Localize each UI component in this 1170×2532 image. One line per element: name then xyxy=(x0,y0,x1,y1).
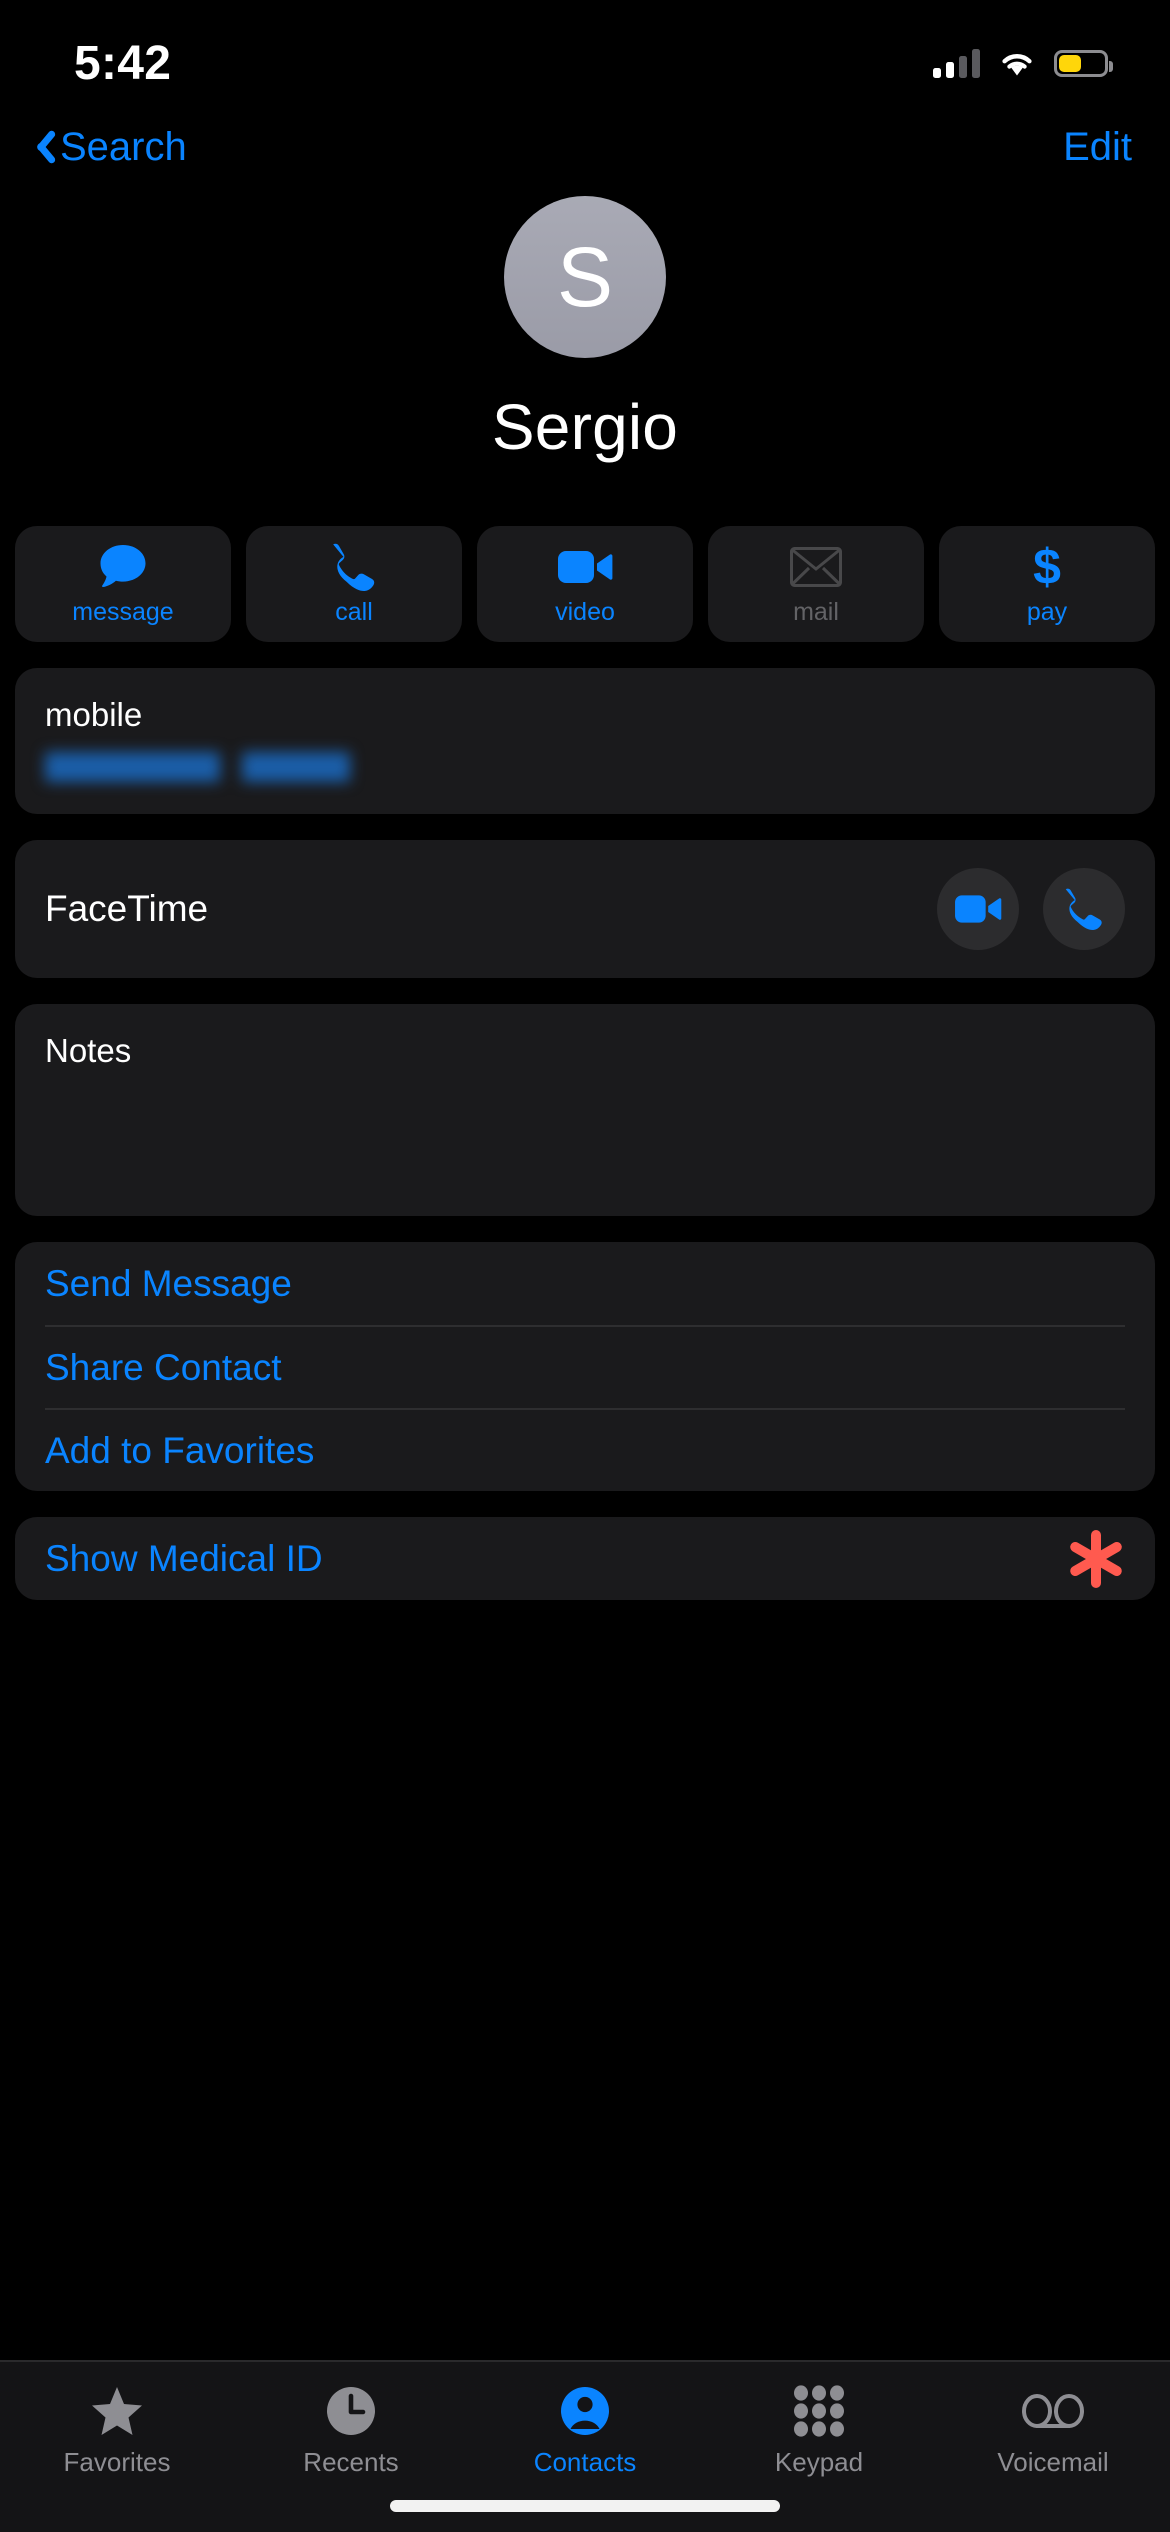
back-button[interactable]: Search xyxy=(26,125,187,170)
share-contact-label: Share Contact xyxy=(45,1346,282,1388)
action-button-pay[interactable]: $ pay xyxy=(939,526,1155,642)
envelope-icon xyxy=(790,542,842,592)
keypad-grid-icon xyxy=(794,2382,844,2440)
send-message-label: Send Message xyxy=(45,1262,292,1304)
tab-label-favorites: Favorites xyxy=(63,2447,171,2477)
notes-card[interactable]: Notes xyxy=(15,1004,1155,1216)
video-camera-icon xyxy=(557,542,613,592)
video-camera-icon xyxy=(954,892,1002,926)
tab-contacts[interactable]: Contacts xyxy=(468,2382,702,2478)
contact-scroll-area[interactable]: S Sergio message call video mail $ pay m… xyxy=(0,186,1170,2418)
facetime-label: FaceTime xyxy=(45,888,209,929)
status-bar-indicators xyxy=(933,30,1113,78)
action-button-mail: mail xyxy=(708,526,924,642)
facetime-video-button[interactable] xyxy=(937,868,1019,950)
navigation-bar: Search Edit xyxy=(0,108,1170,186)
contact-actions-card: Send Message Share Contact Add to Favori… xyxy=(15,1242,1155,1491)
cellular-bars-icon xyxy=(933,48,980,78)
tab-keypad[interactable]: Keypad xyxy=(702,2382,936,2478)
home-indicator[interactable] xyxy=(390,2500,780,2512)
tab-label-voicemail: Voicemail xyxy=(997,2447,1109,2477)
avatar-container: S xyxy=(0,196,1170,358)
battery-icon xyxy=(1054,49,1113,77)
message-bubble-icon xyxy=(97,542,149,592)
action-button-message[interactable]: message xyxy=(15,526,231,642)
dollar-sign-icon: $ xyxy=(1027,541,1067,593)
edit-button[interactable]: Edit xyxy=(1063,125,1132,170)
action-label-video: video xyxy=(555,597,615,626)
avatar-initial: S xyxy=(556,229,614,324)
tab-label-keypad: Keypad xyxy=(774,2447,864,2477)
status-bar: 5:42 xyxy=(0,0,1170,108)
contact-detail-screen: 5:42 Search Edit S Sergio message call v… xyxy=(0,0,1170,2532)
phone-icon xyxy=(331,542,377,592)
share-contact-button[interactable]: Share Contact xyxy=(45,1325,1125,1408)
show-medical-id-label: Show Medical ID xyxy=(45,1537,323,1579)
action-button-video[interactable]: video xyxy=(477,526,693,642)
medical-id-asterisk-icon xyxy=(1067,1528,1125,1590)
tab-label-contacts: Contacts xyxy=(533,2447,637,2477)
svg-text:$: $ xyxy=(1033,541,1061,593)
action-button-call[interactable]: call xyxy=(246,526,462,642)
clock-icon xyxy=(325,2382,377,2440)
tab-voicemail[interactable]: Voicemail xyxy=(936,2382,1170,2478)
action-label-call: call xyxy=(335,597,373,626)
wifi-icon xyxy=(999,49,1035,77)
show-medical-id-button[interactable]: Show Medical ID xyxy=(45,1517,1125,1600)
facetime-card: FaceTime xyxy=(15,840,1155,978)
person-circle-icon xyxy=(559,2382,611,2440)
action-label-message: message xyxy=(72,597,174,626)
avatar[interactable]: S xyxy=(504,196,666,358)
star-icon xyxy=(90,2382,144,2440)
back-button-label: Search xyxy=(60,124,187,169)
voicemail-icon xyxy=(1022,2382,1084,2440)
phone-label: mobile xyxy=(45,696,143,733)
contact-name: Sergio xyxy=(491,391,679,463)
tab-recents[interactable]: Recents xyxy=(234,2382,468,2478)
add-to-favorites-label: Add to Favorites xyxy=(45,1429,315,1471)
send-message-button[interactable]: Send Message xyxy=(45,1242,1125,1325)
phone-number-card[interactable]: mobile xyxy=(15,668,1155,814)
phone-icon xyxy=(1063,888,1105,930)
tab-label-recents: Recents xyxy=(303,2447,399,2477)
status-bar-time: 5:42 xyxy=(74,36,172,90)
facetime-audio-button[interactable] xyxy=(1043,868,1125,950)
quick-actions-row: message call video mail $ pay xyxy=(0,526,1170,642)
add-to-favorites-button[interactable]: Add to Favorites xyxy=(45,1408,1125,1491)
chevron-left-icon xyxy=(26,126,52,168)
medical-id-card: Show Medical ID xyxy=(15,1517,1155,1600)
action-label-pay: pay xyxy=(1026,597,1068,626)
tab-favorites[interactable]: Favorites xyxy=(0,2382,234,2478)
action-label-mail: mail xyxy=(793,597,839,626)
phone-number-redacted[interactable] xyxy=(45,752,1125,782)
notes-label: Notes xyxy=(45,1032,132,1069)
